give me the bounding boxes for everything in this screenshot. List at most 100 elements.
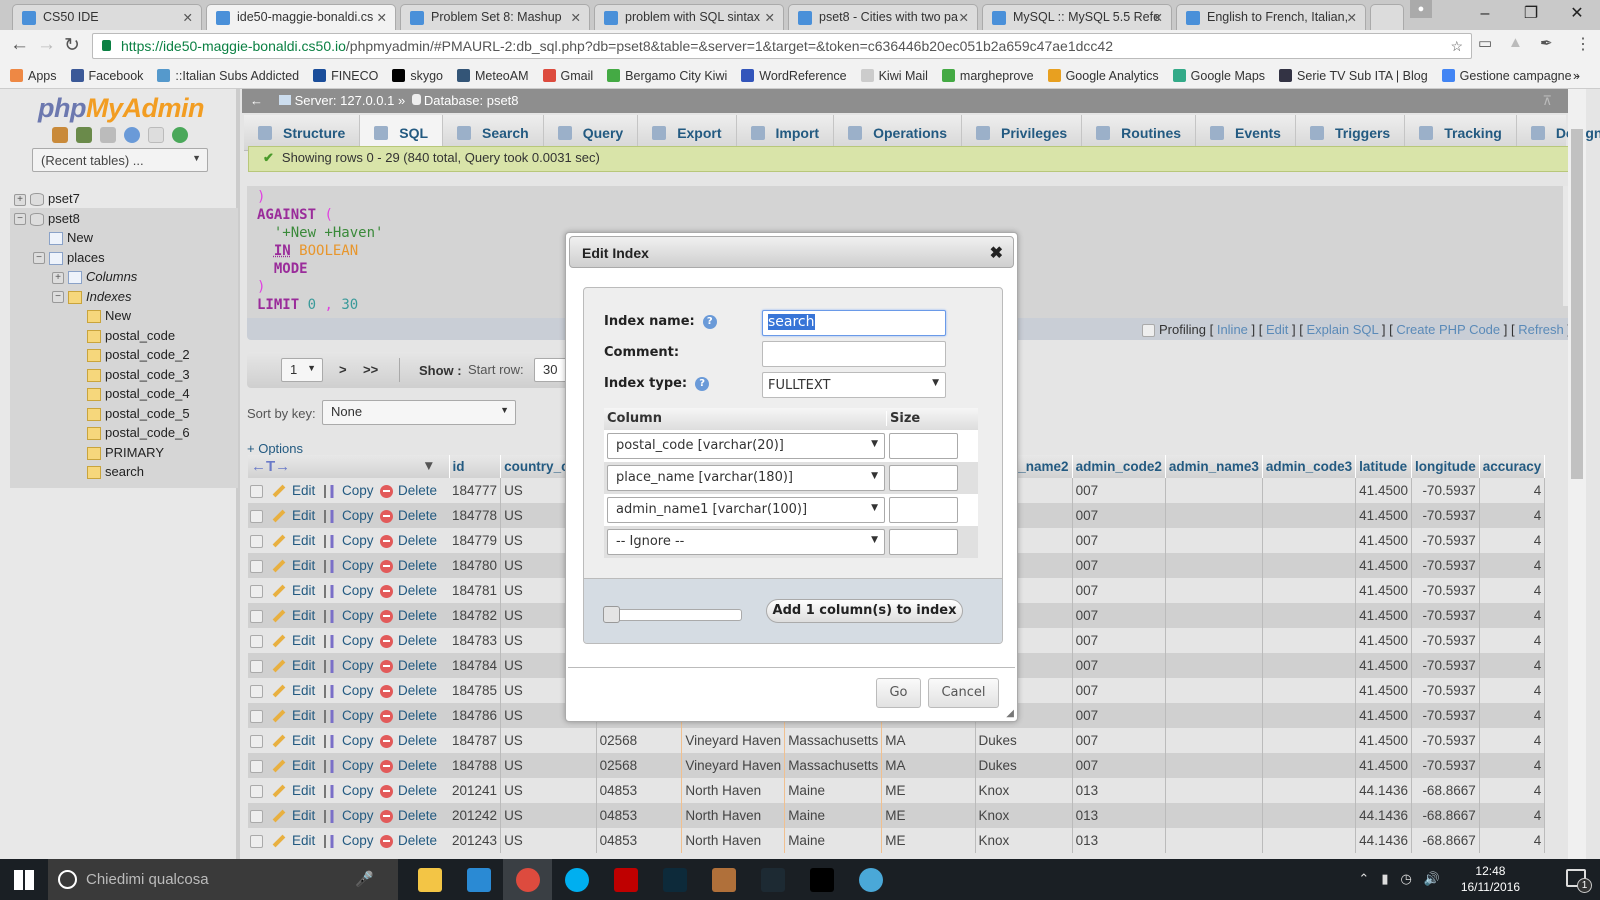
bookmark[interactable]: Gestione campagne - bbox=[1441, 69, 1579, 83]
phpmyadmin-logo[interactable]: phpMyAdmin bbox=[38, 93, 204, 124]
cell-id[interactable]: 184787 bbox=[449, 728, 502, 753]
row-checkbox[interactable] bbox=[250, 709, 263, 723]
collapse-arrow-icon[interactable]: ← bbox=[250, 93, 263, 108]
minimize-button[interactable]: – bbox=[1462, 0, 1508, 30]
slider-handle[interactable] bbox=[603, 606, 620, 623]
tree-item-places[interactable]: − places bbox=[33, 250, 105, 265]
cell-longitude[interactable]: -70.5937 bbox=[1411, 728, 1480, 753]
go-button[interactable]: Go bbox=[876, 678, 921, 708]
cell-country_code[interactable]: US bbox=[500, 753, 597, 778]
cell-longitude[interactable]: -68.8667 bbox=[1411, 803, 1480, 828]
cell-longitude[interactable]: -70.5937 bbox=[1411, 478, 1480, 503]
cell-admin_code2[interactable]: 007 bbox=[1072, 728, 1166, 753]
cell-admin_code1[interactable]: MA bbox=[881, 753, 976, 778]
edit-row-button[interactable]: Edit bbox=[270, 778, 322, 803]
tab-query[interactable]: Query bbox=[544, 115, 639, 150]
cell-id[interactable]: 184778 bbox=[449, 503, 502, 528]
browser-tab[interactable]: English to French, Italian, ✕ bbox=[1176, 4, 1366, 30]
cell-admin_code3[interactable] bbox=[1262, 703, 1357, 728]
bookmark[interactable]: margheprove bbox=[941, 69, 1034, 83]
tab-export[interactable]: Export bbox=[638, 115, 737, 150]
add-columns-button[interactable]: Add 1 column(s) to index bbox=[766, 599, 963, 623]
cell-longitude[interactable]: -70.5937 bbox=[1411, 628, 1480, 653]
cell-latitude[interactable]: 44.1436 bbox=[1355, 803, 1412, 828]
tab-events[interactable]: Events bbox=[1196, 115, 1296, 150]
windows-start-icon[interactable] bbox=[14, 870, 34, 890]
row-checkbox[interactable] bbox=[250, 559, 263, 573]
delete-row-button[interactable]: Delete bbox=[378, 753, 449, 778]
tree-item-indexes[interactable]: − Indexes bbox=[52, 289, 132, 304]
cell-postal_code[interactable]: 04853 bbox=[596, 803, 683, 828]
chevron-up-icon[interactable]: ⌃ bbox=[1358, 871, 1369, 887]
cell-admin_name3[interactable] bbox=[1165, 628, 1263, 653]
cortana-search[interactable]: Chiedimi qualcosa 🎤 bbox=[48, 859, 398, 900]
next-page-button[interactable]: > bbox=[339, 362, 347, 377]
copy-row-button[interactable]: Copy bbox=[322, 653, 378, 678]
cell-admin_code2[interactable]: 007 bbox=[1072, 478, 1166, 503]
column-header-accuracy[interactable]: accuracy bbox=[1479, 455, 1546, 478]
cell-admin_code1[interactable]: MA bbox=[881, 728, 976, 753]
cell-id[interactable]: 184782 bbox=[449, 603, 502, 628]
delete-row-button[interactable]: Delete bbox=[378, 528, 449, 553]
link-refresh[interactable]: Refresh bbox=[1518, 322, 1564, 337]
cell-admin_code2[interactable]: 007 bbox=[1072, 603, 1166, 628]
cell-latitude[interactable]: 41.4500 bbox=[1355, 578, 1412, 603]
copy-row-button[interactable]: Copy bbox=[322, 578, 378, 603]
reload-icon[interactable]: ↻ bbox=[64, 34, 80, 57]
cell-admin_name3[interactable] bbox=[1165, 578, 1263, 603]
tree-item-postal_code_3[interactable]: postal_code_3 bbox=[71, 367, 190, 382]
cell-admin_name3[interactable] bbox=[1165, 778, 1263, 803]
cell-id[interactable]: 184781 bbox=[449, 578, 502, 603]
collapse-icon[interactable]: − bbox=[33, 252, 45, 265]
logout-icon[interactable] bbox=[76, 127, 92, 143]
cell-admin_name2[interactable]: Knox bbox=[975, 803, 1073, 828]
cell-longitude[interactable]: -68.8667 bbox=[1411, 778, 1480, 803]
tab-designer[interactable]: Designer bbox=[1517, 115, 1600, 150]
column-count-slider[interactable] bbox=[603, 606, 742, 623]
cell-admin_code3[interactable] bbox=[1262, 828, 1357, 853]
taskbar-app-app-round[interactable] bbox=[846, 859, 895, 900]
cell-accuracy[interactable]: 4 bbox=[1479, 728, 1546, 753]
index-name-input[interactable]: search bbox=[762, 310, 946, 336]
cell-id[interactable]: 184777 bbox=[449, 478, 502, 503]
index-size-input[interactable] bbox=[889, 497, 958, 523]
bookmark[interactable]: Apps bbox=[10, 69, 57, 83]
cell-admin_name1[interactable]: Maine bbox=[784, 803, 883, 828]
delete-row-button[interactable]: Delete bbox=[378, 628, 449, 653]
docs-icon[interactable] bbox=[148, 127, 164, 143]
index-column-select[interactable]: postal_code [varchar(20)] ▼ bbox=[607, 433, 885, 459]
cell-longitude[interactable]: -70.5937 bbox=[1411, 503, 1480, 528]
cell-country_code[interactable]: US bbox=[500, 828, 597, 853]
cell-latitude[interactable]: 44.1436 bbox=[1355, 778, 1412, 803]
tab-operations[interactable]: Operations bbox=[834, 115, 962, 150]
browser-tab[interactable]: problem with SQL sintax ✕ bbox=[594, 4, 784, 30]
collapse-icon[interactable]: − bbox=[52, 291, 64, 304]
cell-latitude[interactable]: 41.4500 bbox=[1355, 753, 1412, 778]
tree-item-primary[interactable]: PRIMARY bbox=[71, 445, 164, 460]
cell-accuracy[interactable]: 4 bbox=[1479, 678, 1546, 703]
wifi-icon[interactable]: ◷ bbox=[1400, 871, 1411, 887]
cell-latitude[interactable]: 41.4500 bbox=[1355, 653, 1412, 678]
delete-row-button[interactable]: Delete bbox=[378, 703, 449, 728]
cell-admin_name3[interactable] bbox=[1165, 703, 1263, 728]
taskbar-app-lightroom[interactable] bbox=[748, 859, 797, 900]
edit-row-button[interactable]: Edit bbox=[270, 803, 322, 828]
cell-admin_name3[interactable] bbox=[1165, 678, 1263, 703]
cell-country_code[interactable]: US bbox=[500, 728, 597, 753]
cell-admin_code3[interactable] bbox=[1262, 628, 1357, 653]
profiling-checkbox[interactable] bbox=[1142, 324, 1156, 338]
query-window-icon[interactable] bbox=[100, 127, 116, 143]
volume-icon[interactable]: 🔊 bbox=[1424, 871, 1440, 887]
cell-place_name[interactable]: Vineyard Haven bbox=[681, 753, 786, 778]
cast-icon[interactable]: ▭ bbox=[1478, 34, 1492, 52]
taskbar-app-filezilla[interactable] bbox=[601, 859, 650, 900]
edit-row-button[interactable]: Edit bbox=[270, 478, 322, 503]
cell-accuracy[interactable]: 4 bbox=[1479, 703, 1546, 728]
cell-place_name[interactable]: Vineyard Haven bbox=[681, 728, 786, 753]
cell-latitude[interactable]: 41.4500 bbox=[1355, 528, 1412, 553]
cell-admin_name1[interactable]: Massachusetts bbox=[784, 753, 883, 778]
cell-id[interactable]: 184785 bbox=[449, 678, 502, 703]
page-scrollbar[interactable] bbox=[1568, 89, 1586, 859]
cell-longitude[interactable]: -70.5937 bbox=[1411, 528, 1480, 553]
last-page-button[interactable]: >> bbox=[363, 362, 378, 377]
